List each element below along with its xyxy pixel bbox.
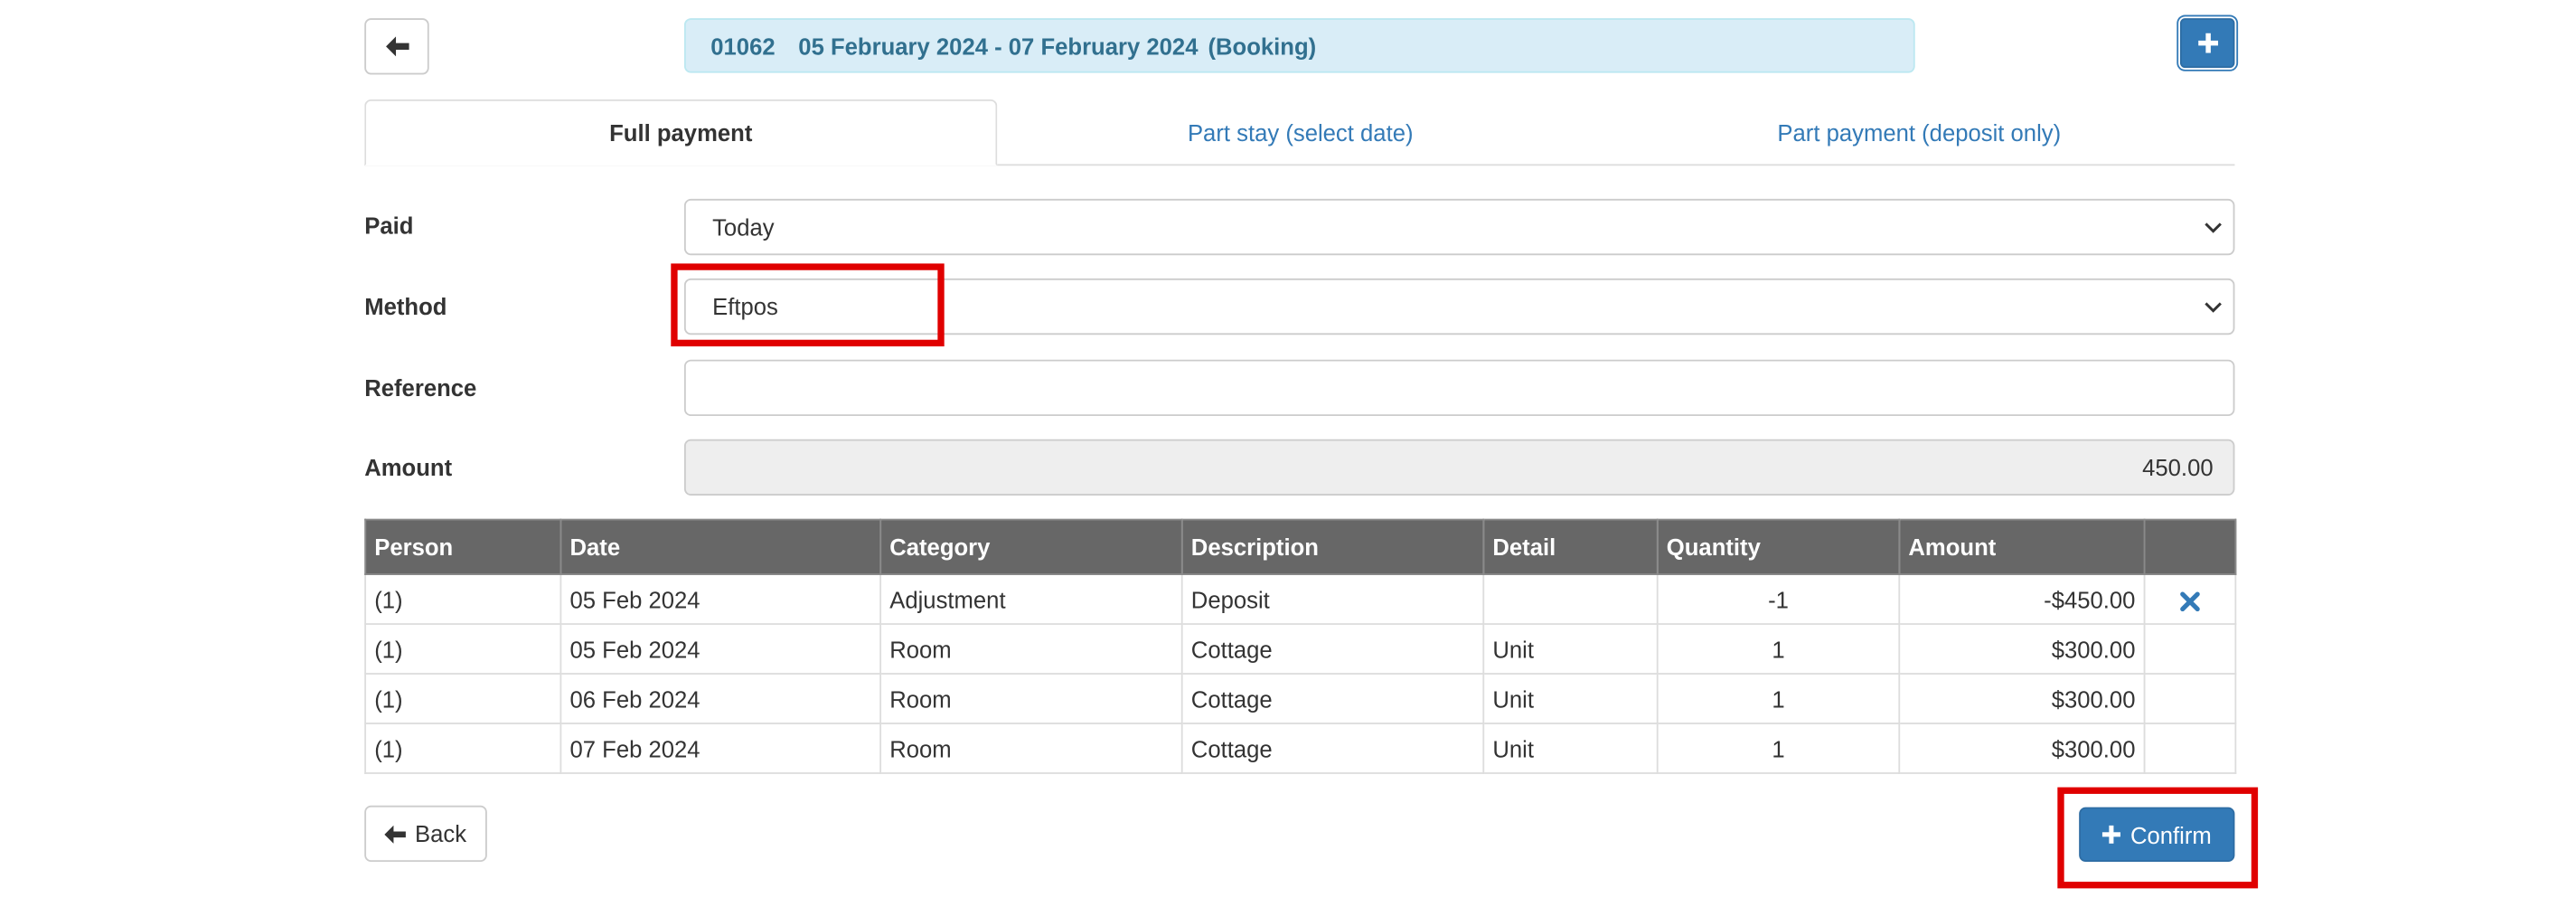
table-row: (1) 05 Feb 2024 Adjustment Deposit -1 -$…	[364, 573, 2237, 625]
back-arrow-button[interactable]	[364, 18, 429, 75]
times-icon[interactable]	[2180, 591, 2200, 611]
column-header-description[interactable]: Description	[1180, 518, 1485, 575]
cell-person: (1)	[364, 573, 562, 625]
cell-date: 05 Feb 2024	[559, 623, 882, 675]
cell-person: (1)	[364, 623, 562, 675]
cell-description: Cottage	[1180, 673, 1485, 724]
plus-icon	[2197, 33, 2218, 53]
column-header-actions	[2143, 518, 2237, 575]
tab-label: Part payment (deposit only)	[1777, 118, 2062, 146]
chevron-down-icon	[2205, 302, 2222, 313]
cell-description: Deposit	[1180, 573, 1485, 625]
reference-input[interactable]	[683, 359, 2235, 417]
column-header-quantity[interactable]: Quantity	[1656, 518, 1901, 575]
charges-table: Person Date Category Description Detail …	[364, 518, 2237, 774]
column-header-category[interactable]: Category	[879, 518, 1183, 575]
cell-quantity: 1	[1656, 623, 1901, 675]
cell-date: 07 Feb 2024	[559, 723, 882, 774]
tab-label: Part stay (select date)	[1187, 118, 1414, 146]
cell-amount: $300.00	[1898, 623, 2146, 675]
cell-category: Adjustment	[879, 573, 1183, 625]
tab-part-stay[interactable]: Part stay (select date)	[997, 99, 1603, 165]
column-header-date[interactable]: Date	[559, 518, 882, 575]
booking-date-range: 05 February 2024 - 07 February 2024	[798, 32, 1199, 60]
cell-category: Room	[879, 723, 1183, 774]
booking-header-banner: 01062 05 February 2024 - 07 February 202…	[683, 18, 1915, 73]
paid-select-value: Today	[712, 213, 775, 241]
cell-actions	[2143, 673, 2237, 724]
paid-label: Paid	[364, 212, 414, 239]
column-header-amount[interactable]: Amount	[1898, 518, 2146, 575]
back-button-label: Back	[415, 820, 467, 847]
cell-detail: Unit	[1482, 623, 1659, 675]
arrow-left-icon	[385, 824, 407, 843]
booking-id: 01062	[710, 32, 776, 60]
add-button[interactable]	[2179, 18, 2235, 69]
method-label: Method	[364, 293, 447, 320]
arrow-left-icon	[385, 36, 409, 57]
cell-amount: -$450.00	[1898, 573, 2146, 625]
cell-category: Room	[879, 673, 1183, 724]
cell-actions	[2143, 573, 2237, 625]
cell-amount: $300.00	[1898, 723, 2146, 774]
cell-date: 06 Feb 2024	[559, 673, 882, 724]
cell-person: (1)	[364, 723, 562, 774]
tab-label: Full payment	[609, 118, 753, 146]
tab-part-payment[interactable]: Part payment (deposit only)	[1603, 99, 2234, 165]
paid-select[interactable]: Today	[683, 198, 2235, 256]
cell-detail: Unit	[1482, 673, 1659, 724]
cell-detail: Unit	[1482, 723, 1659, 774]
column-header-person[interactable]: Person	[364, 518, 562, 575]
cell-actions	[2143, 723, 2237, 774]
reference-label: Reference	[364, 374, 477, 402]
amount-field: 450.00	[683, 439, 2235, 496]
cell-quantity: 1	[1656, 673, 1901, 724]
table-row: (1) 07 Feb 2024 Room Cottage Unit 1 $300…	[364, 723, 2237, 774]
table-row: (1) 05 Feb 2024 Room Cottage Unit 1 $300…	[364, 623, 2237, 675]
cell-quantity: 1	[1656, 723, 1901, 774]
booking-type: (Booking)	[1208, 32, 1317, 60]
cell-person: (1)	[364, 673, 562, 724]
table-row: (1) 06 Feb 2024 Room Cottage Unit 1 $300…	[364, 673, 2237, 724]
cell-description: Cottage	[1180, 723, 1485, 774]
cell-category: Room	[879, 623, 1183, 675]
amount-label: Amount	[364, 454, 453, 481]
back-button[interactable]: Back	[364, 805, 487, 863]
cell-date: 05 Feb 2024	[559, 573, 882, 625]
cell-quantity: -1	[1656, 573, 1901, 625]
cell-description: Cottage	[1180, 623, 1485, 675]
table-header-row: Person Date Category Description Detail …	[364, 518, 2237, 575]
cell-detail	[1482, 573, 1659, 625]
tab-full-payment[interactable]: Full payment	[364, 99, 998, 166]
confirm-highlight-box	[2057, 787, 2259, 889]
chevron-down-icon	[2205, 222, 2222, 233]
method-highlight-box	[671, 263, 945, 347]
column-header-detail[interactable]: Detail	[1482, 518, 1659, 575]
cell-actions	[2143, 623, 2237, 675]
cell-amount: $300.00	[1898, 673, 2146, 724]
